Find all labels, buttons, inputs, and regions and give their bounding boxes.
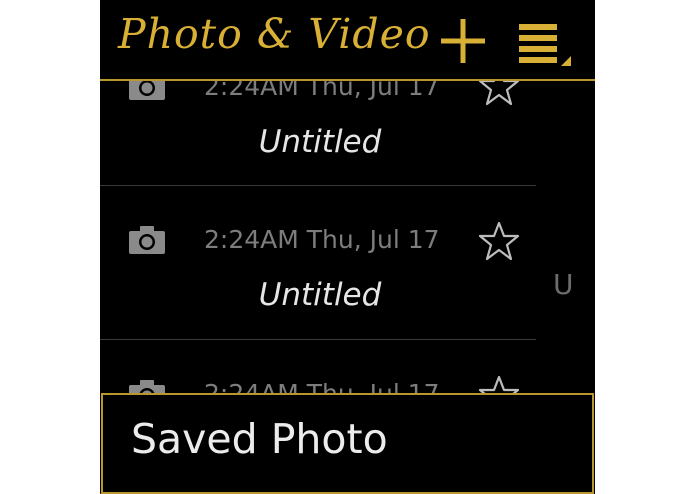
app-header: Photo & Video — [100, 0, 595, 81]
saved-toast: Saved Photo — [101, 393, 594, 494]
list-item[interactable]: 2:24AM Thu, Jul 17 Untitled — [100, 185, 536, 340]
plus-icon[interactable] — [438, 16, 488, 66]
item-title: Untitled — [258, 277, 382, 313]
toast-message: Saved Photo — [131, 415, 388, 463]
star-icon[interactable] — [478, 221, 520, 261]
app-title: Photo & Video — [118, 10, 431, 58]
item-title: Untitled — [258, 124, 382, 160]
item-timestamp: 2:24AM Thu, Jul 17 — [204, 225, 440, 254]
menu-icon[interactable] — [515, 18, 573, 68]
adjacent-page-letter: U — [553, 268, 574, 301]
app-screen: 2:24AM Thu, Jul 17 Untitled 2:24AM Thu, … — [100, 0, 595, 494]
camera-icon — [129, 226, 165, 254]
